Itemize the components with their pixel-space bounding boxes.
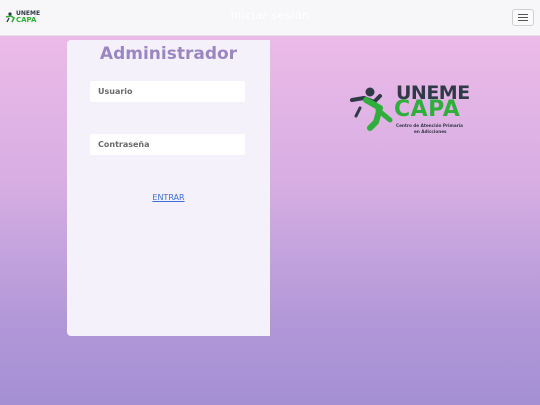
username-input[interactable]	[90, 81, 245, 102]
login-title: Administrador	[99, 44, 238, 64]
hamburger-menu-icon	[518, 14, 528, 15]
brand-name-bottom: CAPA	[394, 97, 461, 122]
navbar-toggle-button[interactable]	[512, 9, 534, 26]
enter-link[interactable]: ENTRAR	[67, 193, 270, 202]
nav-title: Iniciar sesión	[230, 9, 310, 22]
password-input[interactable]	[90, 134, 245, 155]
login-card: Administrador ENTRAR	[67, 40, 270, 336]
brand-subtitle-line2: en Adicciones	[414, 129, 447, 134]
brand-subtitle: Centro de Atención Primaria en Adiccione…	[394, 123, 480, 135]
top-navbar: UNEME CAPA Iniciar sesión	[0, 0, 540, 36]
leaping-person-icon	[350, 87, 393, 131]
brand-logo: UNEME CAPA Centro de Atención Primaria e…	[350, 84, 480, 140]
